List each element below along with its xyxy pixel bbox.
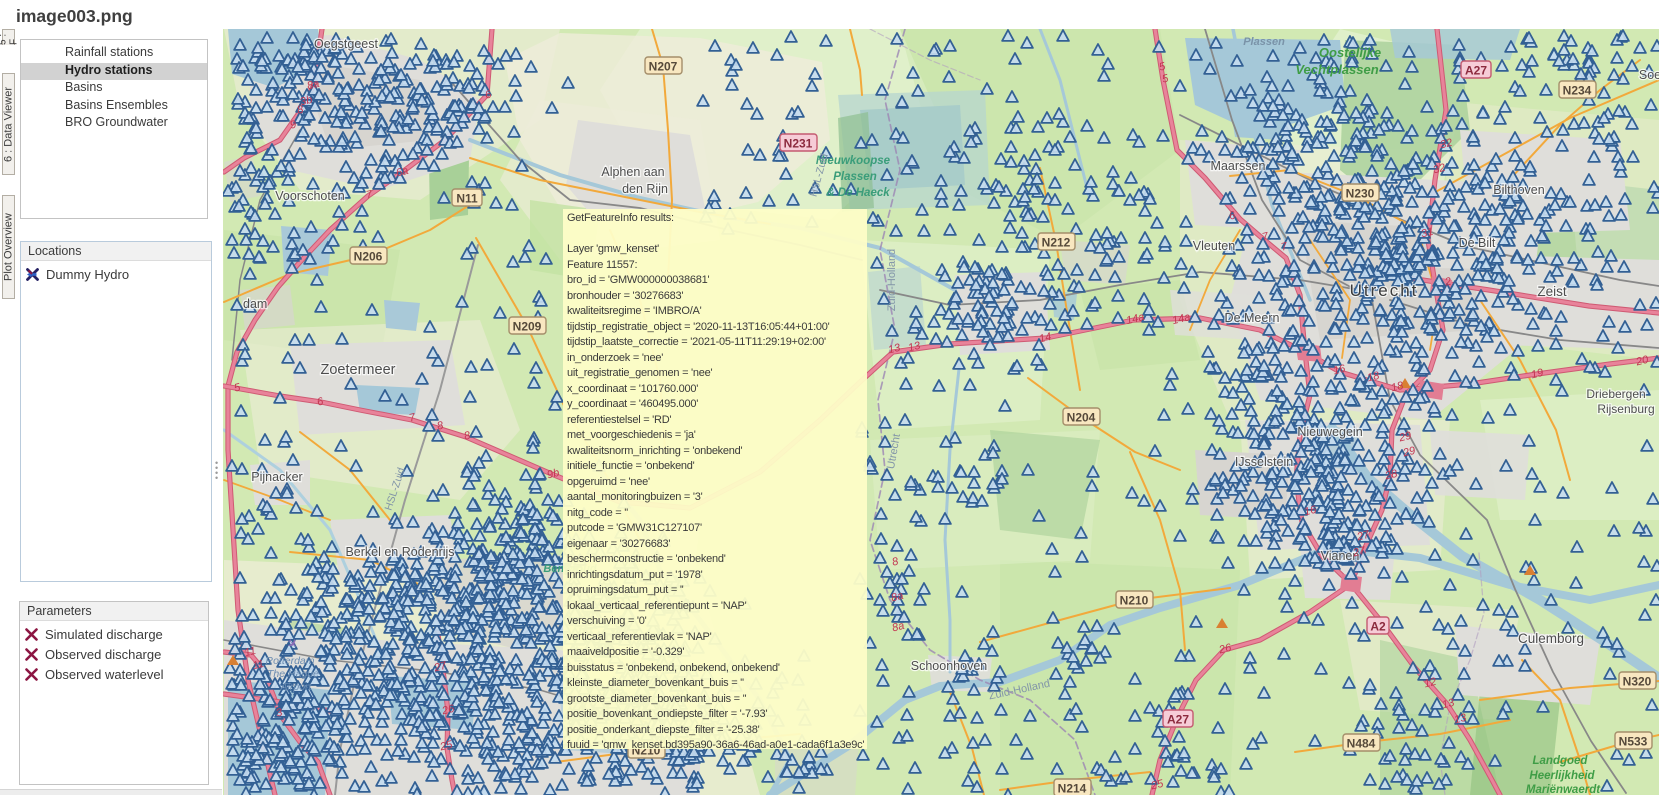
svg-text:IJsselstein: IJsselstein bbox=[1235, 455, 1293, 469]
svg-text:Rijsenburg: Rijsenburg bbox=[1597, 402, 1654, 416]
svg-text:N214: N214 bbox=[1058, 782, 1087, 795]
svg-text:A27: A27 bbox=[1465, 64, 1487, 78]
svg-text:Heerlijkheid: Heerlijkheid bbox=[1529, 770, 1595, 782]
svg-text:Soe: Soe bbox=[1639, 68, 1659, 82]
svg-text:N207: N207 bbox=[649, 60, 678, 74]
svg-text:N484: N484 bbox=[1347, 737, 1376, 751]
svg-text:dam: dam bbox=[243, 297, 267, 311]
svg-text:Berkel en Rodenrijs: Berkel en Rodenrijs bbox=[345, 545, 454, 559]
svg-text:N533: N533 bbox=[1619, 735, 1648, 749]
svg-text:A2: A2 bbox=[1370, 620, 1386, 634]
svg-text:Driebergen: Driebergen bbox=[1586, 387, 1645, 401]
svg-text:Nieuwegein: Nieuwegein bbox=[1297, 425, 1362, 439]
svg-text:Bilthoven: Bilthoven bbox=[1493, 183, 1544, 197]
svg-text:Utrecht: Utrecht bbox=[1350, 281, 1419, 300]
svg-text:N11: N11 bbox=[456, 192, 478, 206]
svg-text:Maarssen: Maarssen bbox=[1211, 159, 1266, 173]
svg-text:Zuid-Holland: Zuid-Holland bbox=[886, 249, 898, 311]
svg-text:A27: A27 bbox=[1167, 713, 1189, 727]
svg-text:Airport: Airport bbox=[280, 681, 313, 693]
svg-text:N234: N234 bbox=[1563, 84, 1592, 98]
svg-text:Rotterdam: Rotterdam bbox=[265, 655, 314, 667]
svg-text:Plassen: Plassen bbox=[833, 171, 876, 183]
svg-text:N231: N231 bbox=[784, 137, 813, 151]
svg-text:Zeist: Zeist bbox=[1537, 284, 1567, 299]
svg-text:De Meern: De Meern bbox=[1225, 311, 1280, 325]
svg-text:The Hague: The Hague bbox=[267, 668, 319, 680]
svg-text:N206: N206 bbox=[354, 250, 383, 264]
svg-text:De Bilt: De Bilt bbox=[1459, 236, 1496, 250]
svg-text:Alphen aan: Alphen aan bbox=[601, 165, 664, 179]
svg-text:Voorschoten: Voorschoten bbox=[275, 189, 345, 203]
svg-text:N204: N204 bbox=[1067, 411, 1096, 425]
svg-text:Oegstgeest: Oegstgeest bbox=[314, 37, 378, 51]
svg-text:Schoonhoven: Schoonhoven bbox=[911, 659, 988, 673]
svg-text:Mariënwaerdt: Mariënwaerdt bbox=[1526, 784, 1601, 795]
svg-text:Landgoed: Landgoed bbox=[1533, 755, 1589, 767]
svg-text:Oostelijke: Oostelijke bbox=[1319, 45, 1381, 60]
svg-text:Vechtplassen: Vechtplassen bbox=[1295, 62, 1378, 77]
svg-text:& De Haeck: & De Haeck bbox=[826, 187, 890, 199]
svg-text:Plassen: Plassen bbox=[1243, 36, 1285, 48]
svg-text:Culemborg: Culemborg bbox=[1518, 631, 1584, 646]
svg-text:N212: N212 bbox=[1042, 236, 1071, 250]
svg-text:Pijnacker: Pijnacker bbox=[251, 470, 302, 484]
svg-text:N320: N320 bbox=[1623, 675, 1652, 689]
svg-text:N209: N209 bbox=[513, 320, 542, 334]
svg-text:Zoetermeer: Zoetermeer bbox=[321, 362, 396, 378]
svg-text:N230: N230 bbox=[1346, 187, 1375, 201]
svg-text:den Rijn: den Rijn bbox=[622, 182, 668, 196]
svg-text:N210: N210 bbox=[1120, 594, 1149, 608]
svg-text:Vleuten: Vleuten bbox=[1193, 239, 1235, 253]
